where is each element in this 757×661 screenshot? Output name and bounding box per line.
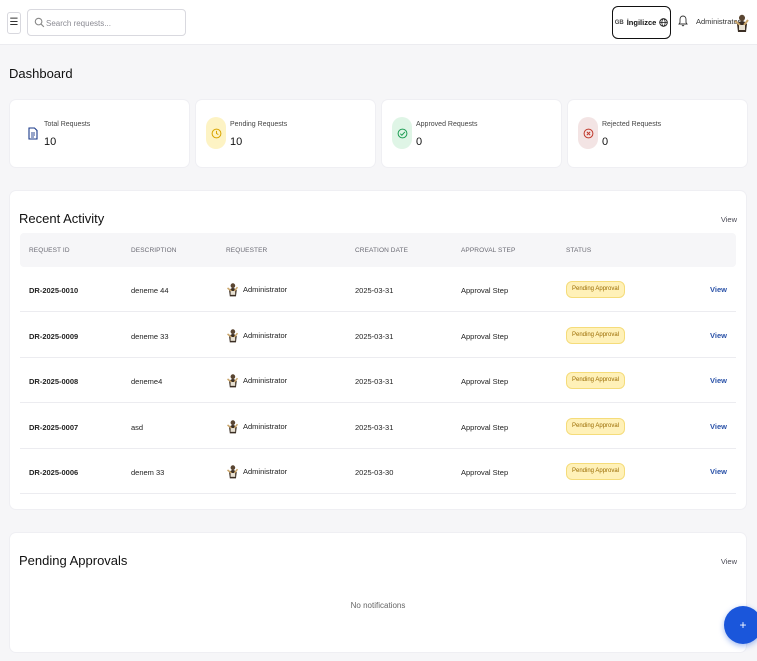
table-row[interactable]: DR-2025-0008 deneme4 Administrator 2025-03-… bbox=[20, 358, 736, 403]
request-id: DR-2025-0008 bbox=[29, 377, 79, 386]
row-view-link[interactable]: View bbox=[710, 467, 727, 476]
table-header: REQUEST ID DESCRIPTION REQUESTER CREATIO… bbox=[20, 233, 736, 267]
creation-date: 2025-03-31 bbox=[355, 331, 394, 341]
stat-value: 10 bbox=[230, 136, 243, 148]
creation-date: 2025-03-31 bbox=[355, 377, 394, 386]
language-button[interactable]: GB İngilizce bbox=[612, 6, 671, 39]
column-header: REQUESTER bbox=[226, 247, 268, 254]
column-header: CREATION DATE bbox=[355, 247, 409, 254]
requester-name: Administrator bbox=[243, 330, 288, 340]
status-badge: Pending Approval bbox=[566, 326, 626, 344]
requester: Administrator bbox=[226, 371, 287, 390]
language-label: İngilizce bbox=[626, 18, 657, 27]
column-header: STATUS bbox=[566, 247, 592, 254]
status-badge: Pending Approval bbox=[566, 417, 626, 435]
stat-card-pending: Pending Requests 10 bbox=[196, 100, 375, 167]
panel-title: Pending Approvals bbox=[19, 553, 128, 568]
avatar bbox=[227, 465, 239, 479]
description: denem 33 bbox=[131, 468, 165, 477]
recent-activity-panel: Recent Activity View REQUEST ID DESCRIPT… bbox=[10, 191, 746, 509]
status-badge: Pending Approval bbox=[566, 372, 626, 389]
row-view-link[interactable]: View bbox=[710, 376, 727, 385]
status-badge: Pending Approval bbox=[566, 463, 626, 480]
description: asd bbox=[131, 422, 144, 432]
description: deneme 44 bbox=[131, 286, 169, 295]
requester: Administrator bbox=[226, 280, 287, 299]
column-header: DESCRIPTION bbox=[131, 247, 177, 254]
add-button[interactable]: + bbox=[724, 606, 757, 644]
avatar bbox=[227, 374, 239, 388]
status-badge: Pending Approval bbox=[566, 281, 626, 298]
creation-date: 2025-03-31 bbox=[355, 286, 394, 295]
search-icon bbox=[34, 17, 45, 28]
approval-step: Approval Step bbox=[461, 377, 509, 386]
avatar bbox=[227, 419, 239, 433]
column-header: APPROVAL STEP bbox=[461, 247, 516, 254]
stat-card-approved: Approved Requests 0 bbox=[382, 100, 561, 167]
search-box[interactable] bbox=[27, 9, 186, 36]
table-row[interactable]: DR-2025-0010 deneme 44 Administrator 2025-0… bbox=[20, 267, 736, 312]
requester-name: Administrator bbox=[243, 376, 288, 385]
creation-date: 2025-03-31 bbox=[355, 422, 394, 432]
request-id: DR-2025-0009 bbox=[29, 331, 79, 341]
stat-value: 10 bbox=[44, 136, 57, 148]
requester: Administrator bbox=[226, 417, 287, 436]
approval-step: Approval Step bbox=[461, 331, 509, 341]
document-icon bbox=[22, 118, 43, 148]
approval-step: Approval Step bbox=[461, 422, 509, 432]
language-code: GB bbox=[614, 19, 624, 26]
requester: Administrator bbox=[226, 462, 287, 481]
table-row[interactable]: DR-2025-0007 asd Administrator 2025-03-31 Ap… bbox=[20, 404, 736, 449]
row-view-link[interactable]: View bbox=[710, 331, 727, 340]
avatar[interactable] bbox=[733, 12, 750, 34]
requester-name: Administrator bbox=[243, 467, 288, 476]
description: deneme4 bbox=[131, 377, 163, 386]
request-id: DR-2025-0010 bbox=[29, 286, 79, 295]
stat-card-total: Total Requests 10 bbox=[10, 100, 189, 167]
stat-label: Approved Requests bbox=[416, 121, 478, 128]
approval-step: Approval Step bbox=[461, 286, 509, 295]
creation-date: 2025-03-30 bbox=[355, 468, 394, 477]
request-id: DR-2025-0006 bbox=[29, 468, 79, 477]
top-bar: ☰ GB İngilizce Administrator bbox=[0, 0, 757, 45]
bell-icon[interactable] bbox=[678, 15, 688, 27]
panel-title: Recent Activity bbox=[19, 211, 105, 226]
globe-icon bbox=[659, 18, 669, 27]
request-id: DR-2025-0007 bbox=[29, 422, 79, 432]
requester: Administrator bbox=[226, 326, 287, 345]
column-header: REQUEST ID bbox=[29, 247, 70, 254]
empty-state-text: No notifications bbox=[350, 601, 406, 610]
requester-name: Administrator bbox=[243, 285, 288, 294]
row-view-link[interactable]: View bbox=[710, 285, 727, 294]
avatar bbox=[227, 283, 239, 297]
requester-name: Administrator bbox=[243, 421, 288, 431]
avatar bbox=[227, 328, 239, 342]
menu-button[interactable]: ☰ bbox=[7, 12, 21, 34]
row-view-link[interactable]: View bbox=[710, 422, 727, 431]
pending-approvals-panel: Pending Approvals View No notifications bbox=[10, 533, 746, 652]
stat-label: Total Requests bbox=[44, 121, 91, 128]
description: deneme 33 bbox=[131, 331, 169, 341]
approval-step: Approval Step bbox=[461, 468, 509, 477]
page-title: Dashboard bbox=[9, 66, 73, 81]
stat-card-rejected: Rejected Requests 0 bbox=[568, 100, 747, 167]
recent-view-link[interactable]: View bbox=[721, 215, 737, 224]
x-circle-icon bbox=[578, 117, 598, 149]
hamburger-icon: ☰ bbox=[9, 17, 19, 28]
pending-view-link[interactable]: View bbox=[721, 557, 737, 566]
search-input[interactable] bbox=[46, 14, 181, 32]
stat-value: 0 bbox=[416, 136, 423, 148]
table-row[interactable]: DR-2025-0009 deneme 33 Administrator 2025-0… bbox=[20, 313, 736, 358]
table-row[interactable]: DR-2025-0006 denem 33 Administrator 2025-03… bbox=[20, 449, 736, 494]
clock-icon bbox=[206, 117, 226, 149]
stat-value: 0 bbox=[602, 136, 609, 148]
stat-label: Rejected Requests bbox=[602, 121, 662, 128]
stat-label: Pending Requests bbox=[230, 121, 288, 128]
check-circle-icon bbox=[392, 117, 412, 149]
